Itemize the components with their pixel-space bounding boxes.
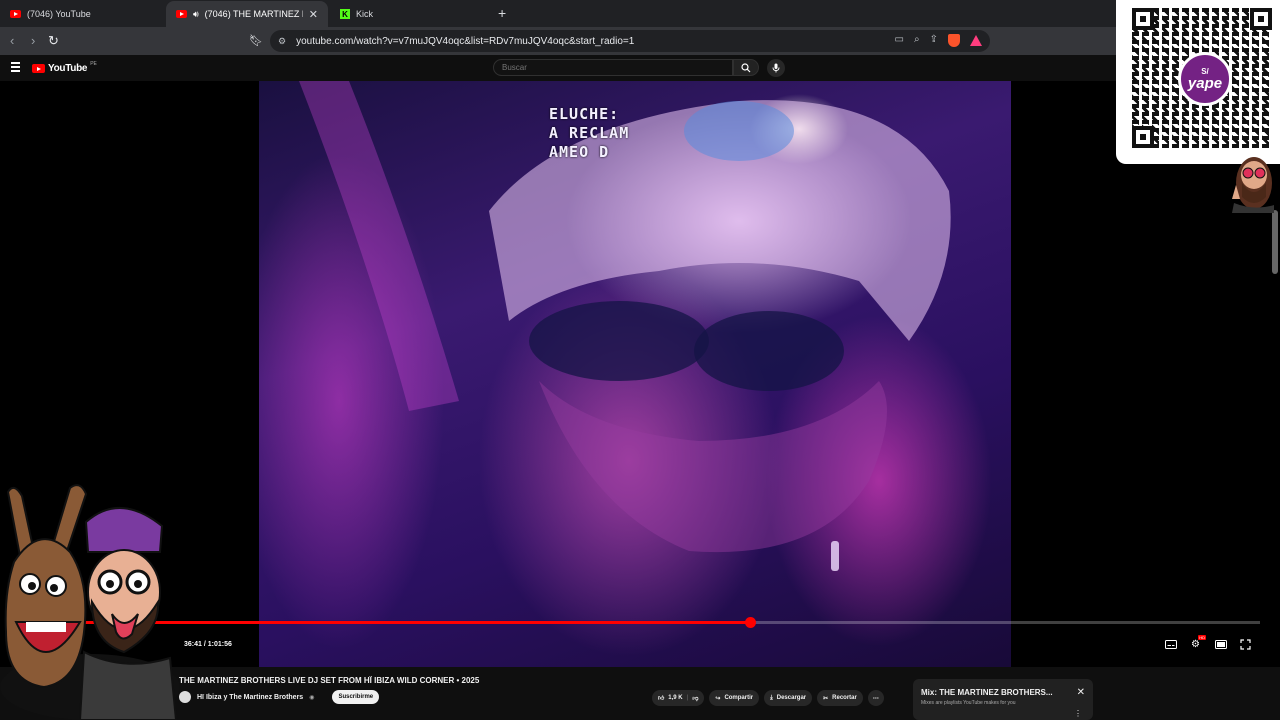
share-button[interactable]: ↪ Compartir bbox=[709, 690, 760, 706]
tab-label: Kick bbox=[356, 9, 374, 19]
yape-qr-overlay: S/ yape bbox=[1116, 0, 1280, 164]
tab-close-icon[interactable]: ✕ bbox=[309, 8, 318, 21]
progress-bar[interactable] bbox=[10, 617, 1260, 628]
forward-icon[interactable]: › bbox=[31, 33, 35, 48]
video-title: THE MARTINEZ BROTHERS LIVE DJ SET FROM H… bbox=[179, 676, 480, 685]
like-icon[interactable]: 👍︎ bbox=[658, 694, 664, 702]
browser-toolbar: ‹ › ↻ 🔖︎ ⚙ youtube.com/watch?v=v7muJQV4o… bbox=[0, 27, 1280, 55]
download-button[interactable]: ⤓ Descargar bbox=[764, 690, 813, 706]
share-icon[interactable]: ⇪ bbox=[930, 34, 938, 47]
close-icon[interactable]: ✕ bbox=[1077, 687, 1085, 698]
hd-badge: HD bbox=[1198, 635, 1206, 640]
time-display: 36:41 / 1:01:56 bbox=[184, 641, 232, 648]
download-label: Descargar bbox=[776, 695, 807, 701]
voice-search-button[interactable] bbox=[767, 59, 785, 77]
video-overlay-text: ELUCHE: A RECLAM AMEO D bbox=[549, 105, 629, 162]
streamer-avatar-icon bbox=[1232, 157, 1274, 213]
overlay-line: ELUCHE: bbox=[549, 105, 620, 123]
clip-label: Recortar bbox=[832, 695, 857, 701]
scissors-icon: ✂ bbox=[823, 695, 829, 702]
clip-button[interactable]: ✂ Recortar bbox=[817, 690, 863, 706]
overlay-line: A RECLAM bbox=[549, 124, 630, 142]
fullscreen-icon[interactable] bbox=[1239, 639, 1252, 650]
video-player[interactable]: ELUCHE: A RECLAM AMEO D 36:41 / 1:01:56 ⚙ H… bbox=[0, 81, 1280, 667]
back-icon[interactable]: ‹ bbox=[10, 33, 14, 48]
share-arrow-icon: ↪ bbox=[715, 695, 721, 702]
overlay-line: AMEO D bbox=[549, 143, 610, 161]
tab-kick[interactable]: K Kick bbox=[330, 1, 490, 27]
reload-icon[interactable]: ↻ bbox=[48, 33, 59, 49]
verified-icon: ◉ bbox=[309, 694, 315, 701]
channel-name[interactable]: Hï Ibiza y The Martinez Brothers bbox=[197, 694, 303, 701]
mix-playlist-card[interactable]: Mix: THE MARTINEZ BROTHERS... Mixes are … bbox=[913, 679, 1093, 720]
yape-logo: S/ yape bbox=[1178, 52, 1232, 106]
country-code: PE bbox=[90, 60, 97, 67]
hamburger-menu-icon[interactable] bbox=[11, 62, 20, 74]
url-text: youtube.com/watch?v=v7muJQV4oqc&list=RDv… bbox=[296, 35, 635, 47]
youtube-favicon-icon bbox=[176, 10, 187, 18]
video-actions: 👍︎ 1,9 K | 👎︎ ↪ Compartir ⤓ Descargar ✂ … bbox=[652, 690, 884, 706]
youtube-logo-text: YouTube bbox=[48, 63, 88, 74]
player-controls-right: ⚙ HD bbox=[1164, 635, 1252, 650]
brave-rewards-icon[interactable] bbox=[970, 35, 982, 46]
mix-subtitle: Mixes are playlists YouTube makes for yo… bbox=[921, 700, 1016, 706]
tab-martinez-video[interactable]: 🔊︎ (7046) THE MARTINEZ BROTH ✕ bbox=[166, 1, 328, 27]
cast-icon[interactable]: ▭ bbox=[895, 34, 904, 47]
tab-youtube-home[interactable]: (7046) YouTube bbox=[0, 1, 165, 27]
more-vertical-icon[interactable]: ⋮ bbox=[1074, 709, 1082, 718]
video-content bbox=[299, 81, 951, 571]
browser-tab-strip: (7046) YouTube 🔊︎ (7046) THE MARTINEZ BR… bbox=[0, 0, 1280, 27]
page-scrollbar[interactable] bbox=[1272, 210, 1278, 274]
settings-gear-icon[interactable]: ⚙ HD bbox=[1189, 635, 1206, 650]
bookmark-icon[interactable]: 🔖︎ bbox=[249, 34, 263, 47]
yape-brand: yape bbox=[1187, 74, 1223, 92]
tab-label: (7046) YouTube bbox=[27, 9, 91, 19]
channel-avatar[interactable] bbox=[179, 691, 191, 703]
share-label: Compartir bbox=[724, 695, 754, 701]
mix-title[interactable]: Mix: THE MARTINEZ BROTHERS... bbox=[921, 688, 1053, 697]
search-input[interactable] bbox=[493, 59, 733, 76]
more-horizontal-icon: ⋯ bbox=[872, 695, 879, 702]
like-count[interactable]: 1,9 K bbox=[668, 695, 682, 701]
like-dislike-group: 👍︎ 1,9 K | 👎︎ bbox=[652, 690, 705, 706]
search-button[interactable] bbox=[733, 59, 759, 76]
new-tab-icon[interactable]: + bbox=[498, 5, 506, 21]
qr-finder bbox=[1132, 8, 1154, 30]
progress-scrubber[interactable] bbox=[745, 617, 756, 628]
subtitles-icon[interactable] bbox=[1164, 639, 1177, 650]
yape-logo-text: S/ yape bbox=[1187, 67, 1223, 92]
qr-finder bbox=[1250, 8, 1272, 30]
qr-code: S/ yape bbox=[1132, 8, 1272, 148]
streamer-mascot-overlay bbox=[0, 484, 180, 720]
qr-finder bbox=[1132, 126, 1154, 148]
search-icon bbox=[741, 62, 751, 72]
site-settings-icon[interactable]: ⚙ bbox=[278, 36, 286, 47]
address-bar[interactable]: ⚙ youtube.com/watch?v=v7muJQV4oqc&list=R… bbox=[270, 30, 990, 52]
zoom-icon[interactable]: ⌕ bbox=[914, 34, 920, 47]
channel-row: Hï Ibiza y The Martinez Brothers ◉ Suscr… bbox=[179, 690, 380, 704]
time-total: 1:01:56 bbox=[207, 641, 232, 648]
divider: | bbox=[686, 695, 689, 701]
kick-favicon-icon: K bbox=[340, 9, 350, 19]
theater-mode-icon[interactable] bbox=[1214, 639, 1227, 650]
tab-label: (7046) THE MARTINEZ BROTH bbox=[204, 9, 303, 19]
download-icon: ⤓ bbox=[770, 694, 773, 701]
youtube-header: YouTube PE bbox=[0, 55, 1280, 81]
subscribe-button[interactable]: Suscribirme bbox=[332, 690, 380, 704]
youtube-logo-icon bbox=[32, 64, 45, 73]
youtube-logo[interactable]: YouTube PE bbox=[32, 60, 97, 74]
more-actions-button[interactable]: ⋯ bbox=[867, 690, 884, 706]
dislike-icon[interactable]: 👎︎ bbox=[692, 694, 698, 702]
time-current: 36:41 bbox=[184, 641, 202, 648]
youtube-favicon-icon bbox=[10, 10, 21, 18]
video-frame[interactable]: ELUCHE: A RECLAM AMEO D bbox=[259, 81, 1011, 667]
brave-shield-icon[interactable] bbox=[948, 34, 960, 47]
microphone-icon bbox=[772, 63, 780, 73]
speaker-icon[interactable]: 🔊︎ bbox=[193, 9, 199, 20]
